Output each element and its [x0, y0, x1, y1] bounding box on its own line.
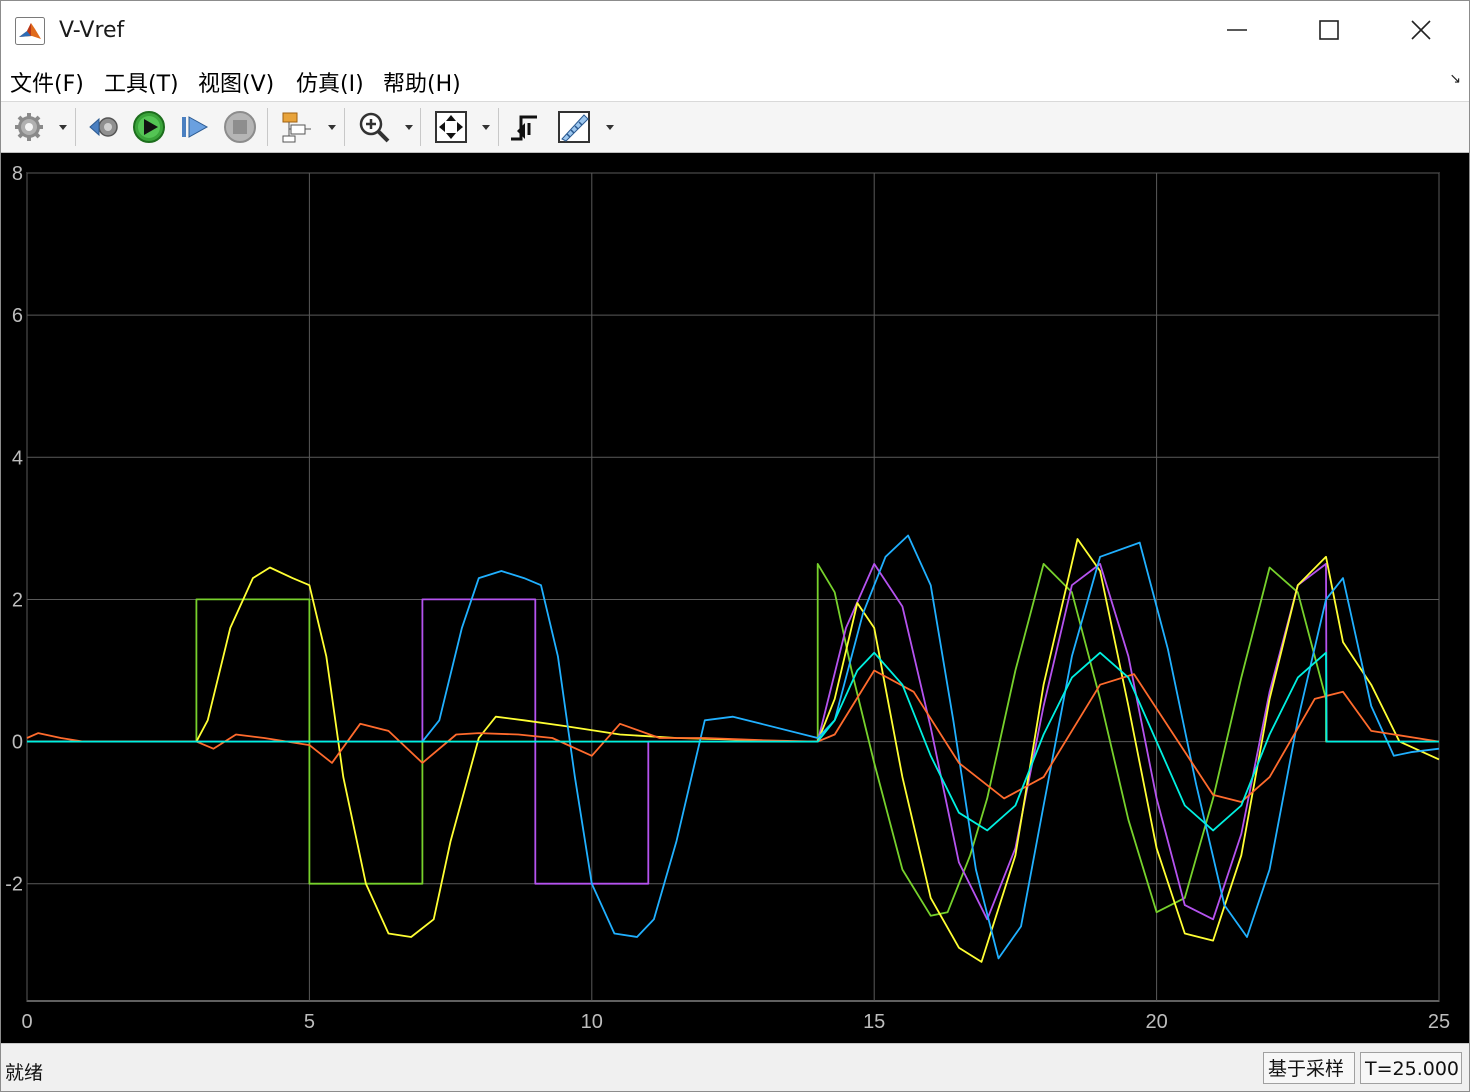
toolbar-separator — [498, 108, 499, 146]
measurements-icon[interactable] — [556, 109, 592, 145]
zoom-dropdown-icon[interactable] — [404, 122, 414, 132]
y-tick-label: 0 — [12, 732, 23, 754]
y-tick-label: 8 — [12, 163, 23, 185]
zoom-in-icon[interactable] — [356, 109, 392, 145]
status-text: 就绪 — [5, 1062, 44, 1084]
time-indicator: T=25.000 — [1360, 1052, 1462, 1084]
maximize-icon — [1319, 20, 1339, 40]
autoscale-dropdown-icon[interactable] — [481, 122, 491, 132]
y-tick-label: 2 — [12, 589, 23, 611]
scope-plot[interactable]: 0 5 10 15 20 25 -2 0 2 4 6 8 — [1, 153, 1469, 1043]
step-back-icon[interactable] — [87, 109, 123, 145]
scope-window: V-Vref 文件(F) 工具(T) 视图(V) 仿真(I) 帮助(H) ↘ 0… — [0, 0, 1470, 1092]
stop-icon[interactable] — [222, 109, 258, 145]
x-tick-label: 5 — [304, 1011, 315, 1033]
step-forward-icon[interactable] — [177, 109, 213, 145]
x-tick-label: 10 — [581, 1011, 603, 1033]
menu-simulation[interactable]: 仿真(I) — [296, 66, 364, 98]
toolbar-separator — [344, 108, 345, 146]
highlight-dropdown-icon[interactable] — [327, 122, 337, 132]
toolbar-separator — [420, 108, 421, 146]
gear-dropdown-icon[interactable] — [58, 122, 68, 132]
minimize-icon — [1227, 29, 1247, 31]
x-tick-label: 20 — [1145, 1011, 1167, 1033]
triggers-icon[interactable] — [507, 109, 543, 145]
highlight-block-icon[interactable] — [279, 109, 315, 145]
gear-icon[interactable] — [11, 109, 47, 145]
x-tick-label: 15 — [863, 1011, 885, 1033]
maximize-button[interactable] — [1283, 1, 1375, 59]
toolbar — [1, 102, 1469, 153]
close-button[interactable] — [1375, 1, 1467, 59]
y-tick-label: 4 — [12, 447, 23, 469]
menu-file[interactable]: 文件(F) — [10, 66, 84, 98]
x-tick-label: 0 — [21, 1011, 32, 1033]
y-tick-label: -2 — [5, 874, 23, 896]
autoscale-icon[interactable] — [433, 109, 469, 145]
close-icon — [1411, 20, 1431, 40]
menu-view[interactable]: 视图(V) — [198, 66, 274, 98]
sample-mode-indicator: 基于采样 — [1263, 1052, 1355, 1084]
status-bar: 就绪 基于采样 T=25.000 — [1, 1043, 1469, 1091]
scope-display[interactable]: 0 5 10 15 20 25 -2 0 2 4 6 8 — [1, 153, 1469, 1043]
y-tick-label: 6 — [12, 305, 23, 327]
window-title: V-Vref — [59, 18, 125, 43]
run-icon[interactable] — [131, 109, 167, 145]
menu-help[interactable]: 帮助(H) — [383, 66, 461, 98]
dock-arrow-icon[interactable]: ↘ — [1449, 71, 1461, 87]
matlab-logo-icon — [15, 17, 45, 45]
menu-bar: 文件(F) 工具(T) 视图(V) 仿真(I) 帮助(H) ↘ — [1, 59, 1469, 102]
menu-tools[interactable]: 工具(T) — [104, 66, 179, 98]
x-tick-label: 25 — [1428, 1011, 1450, 1033]
toolbar-separator — [75, 108, 76, 146]
title-bar[interactable]: V-Vref — [1, 1, 1469, 59]
toolbar-separator — [267, 108, 268, 146]
measurements-dropdown-icon[interactable] — [605, 122, 615, 132]
minimize-button[interactable] — [1191, 1, 1283, 59]
